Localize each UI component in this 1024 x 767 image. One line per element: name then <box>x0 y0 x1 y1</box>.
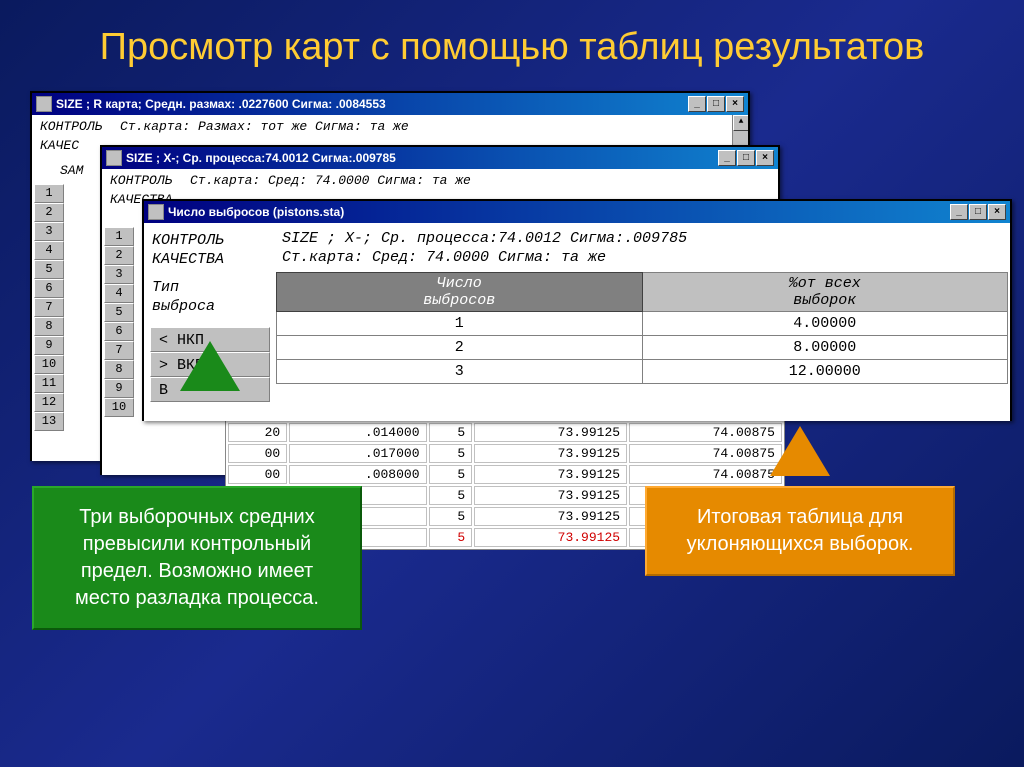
minimize-button[interactable]: _ <box>950 204 968 220</box>
row-number[interactable]: 5 <box>34 260 64 279</box>
label-vybrosa: выброса <box>152 297 276 317</box>
slide-title: Просмотр карт с помощью таблиц результат… <box>0 0 1024 81</box>
table-row: 28.00000 <box>277 335 1008 359</box>
row-number[interactable]: 2 <box>34 203 64 222</box>
row-number[interactable]: 8 <box>104 360 134 379</box>
minimize-button[interactable]: _ <box>688 96 706 112</box>
table-row: 00.017000573.9912574.00875 <box>228 444 782 463</box>
table-row: 312.00000 <box>277 359 1008 383</box>
maximize-button[interactable]: □ <box>969 204 987 220</box>
titlebar-3[interactable]: Число выбросов (pistons.sta) _ □ × <box>144 201 1010 223</box>
info-line-1: Ст.карта: Размах: тот же Сигма: та же <box>120 119 409 134</box>
row-number[interactable]: 3 <box>104 265 134 284</box>
row-number[interactable]: 7 <box>104 341 134 360</box>
maximize-button[interactable]: □ <box>737 150 755 166</box>
close-button[interactable]: × <box>988 204 1006 220</box>
arrow-orange-icon <box>770 426 830 476</box>
maximize-button[interactable]: □ <box>707 96 725 112</box>
row-number[interactable]: 5 <box>104 303 134 322</box>
callout-orange: Итоговая таблица для уклоняющихся выборо… <box>645 486 955 576</box>
label-kontrol: КОНТРОЛЬ <box>152 231 276 251</box>
row-number[interactable]: 7 <box>34 298 64 317</box>
close-button[interactable]: × <box>756 150 774 166</box>
titlebar-1[interactable]: SIZE ; R карта; Средн. размах: .0227600 … <box>32 93 748 115</box>
row-number[interactable]: 2 <box>104 246 134 265</box>
header-line-1: SIZE ; X-; Ср. процесса:74.0012 Сигма:.0… <box>282 229 1002 249</box>
window-outliers[interactable]: Число выбросов (pistons.sta) _ □ × КОНТР… <box>142 199 1012 421</box>
close-button[interactable]: × <box>726 96 744 112</box>
app-icon <box>106 150 122 166</box>
row-number[interactable]: 11 <box>34 374 64 393</box>
minimize-button[interactable]: _ <box>718 150 736 166</box>
label-kontrol: КОНТРОЛЬ <box>110 173 190 188</box>
label-sam: SAM <box>40 163 83 178</box>
row-number[interactable]: 13 <box>34 412 64 431</box>
row-number[interactable]: 12 <box>34 393 64 412</box>
row-number[interactable]: 4 <box>104 284 134 303</box>
title-text-2: SIZE ; X-; Ср. процесса:74.0012 Сигма:.0… <box>126 151 717 165</box>
app-icon <box>36 96 52 112</box>
row-number[interactable]: 9 <box>104 379 134 398</box>
label-kachestva: КАЧЕСТВА <box>152 250 276 270</box>
row-number[interactable]: 4 <box>34 241 64 260</box>
row-number[interactable]: 3 <box>34 222 64 241</box>
row-number[interactable]: 10 <box>34 355 64 374</box>
titlebar-2[interactable]: SIZE ; X-; Ср. процесса:74.0012 Сигма:.0… <box>102 147 778 169</box>
title-text-1: SIZE ; R карта; Средн. размах: .0227600 … <box>56 97 687 111</box>
header-line-2: Ст.карта: Сред: 74.0000 Сигма: та же <box>282 248 1002 268</box>
table-row: 00.008000573.9912574.00875 <box>228 465 782 484</box>
row-number[interactable]: 10 <box>104 398 134 417</box>
callout-green: Три выборочных средних превысили контрол… <box>32 486 362 630</box>
label-tip: Тип <box>152 278 276 298</box>
label-kontrol: КОНТРОЛЬ <box>40 119 120 134</box>
col-header-percent[interactable]: %от всех выборок <box>642 272 1008 311</box>
arrow-green-icon <box>180 341 240 391</box>
row-number[interactable]: 9 <box>34 336 64 355</box>
table-row: 14.00000 <box>277 311 1008 335</box>
row-number[interactable]: 8 <box>34 317 64 336</box>
row-number[interactable]: 1 <box>104 227 134 246</box>
title-text-3: Число выбросов (pistons.sta) <box>168 205 949 219</box>
info-line-2: Ст.карта: Сред: 74.0000 Сигма: та же <box>190 173 471 188</box>
scroll-up-button[interactable]: ▲ <box>733 115 748 131</box>
app-icon <box>148 204 164 220</box>
row-number[interactable]: 6 <box>34 279 64 298</box>
col-header-count[interactable]: Число выбросов <box>277 272 643 311</box>
row-number[interactable]: 1 <box>34 184 64 203</box>
row-number[interactable]: 6 <box>104 322 134 341</box>
table-row: 20.014000573.9912574.00875 <box>228 423 782 442</box>
